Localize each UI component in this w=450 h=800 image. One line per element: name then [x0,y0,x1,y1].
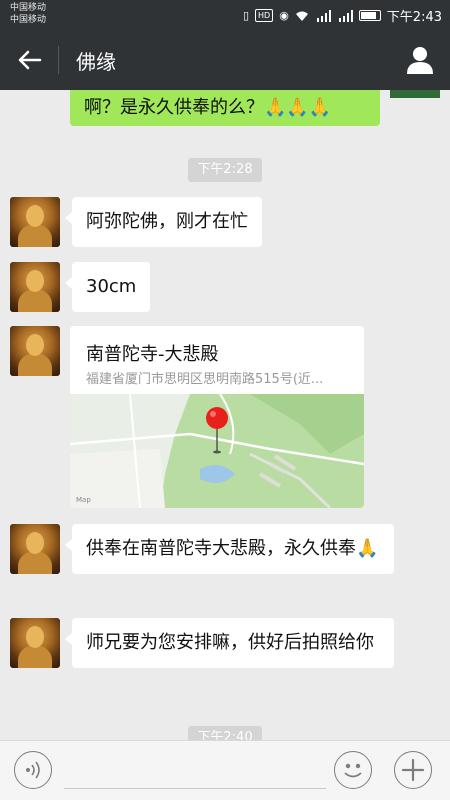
received-message[interactable]: 30cm [64,262,151,312]
voice-icon [26,761,40,779]
emoji-icon [344,763,362,778]
location-address: 福建省厦门市思明区思明南路515号(近... [86,372,324,387]
clock: 下午2:43 [386,10,442,25]
chat-info-button[interactable] [404,44,436,76]
carrier-1: 中国移动 [10,3,47,13]
map-thumbnail: Map [70,394,364,508]
received-message[interactable]: 师兄要为您安排嘛，供好后拍照给你 [65,618,394,668]
location-card[interactable]: 南普陀寺-大悲殿 福建省厦门市思明区思明南路515号(近... Map [70,326,364,508]
avatar[interactable] [10,197,60,247]
back-button[interactable] [10,42,50,78]
received-message[interactable]: 供奉在南普陀寺大悲殿，永久供奉🙏 [65,524,394,574]
sent-message-partial[interactable]: 啊？是永久供奉的么？🙏🙏🙏 [70,90,380,126]
wifi-icon [295,11,308,21]
title-divider [58,46,59,74]
chat-area[interactable]: 啊？是永久供奉的么？🙏🙏🙏 下午2:28 阿弥陀佛，刚才在忙 30cm 南普陀寺… [0,90,450,740]
avatar[interactable] [10,326,60,376]
time-separator: 下午2:40 [188,726,262,740]
battery-icon [358,10,381,21]
signal-4g-icon [316,9,331,22]
emoji-button[interactable] [334,751,372,789]
my-avatar[interactable] [390,90,440,98]
svg-text:Map: Map [76,496,91,504]
location-name: 南普陀寺-大悲殿 [86,344,219,365]
arrow-left-icon [18,50,42,70]
received-message[interactable]: 阿弥陀佛，刚才在忙 [65,197,262,247]
eye-icon: ◉ [279,9,289,22]
message-input[interactable] [64,755,326,789]
voice-button[interactable] [14,751,52,789]
plus-icon [401,758,425,782]
signal-2g-icon [338,9,353,22]
title-bar: 佛缘 [0,30,450,90]
input-bar [0,740,450,800]
person-icon [407,47,433,74]
more-button[interactable] [394,751,432,789]
avatar[interactable] [10,618,60,668]
carrier-2: 中国移动 [10,15,47,25]
status-bar: 中国移动 中国移动 ▯ HD ◉ 下午2:43 [0,0,450,30]
chat-title: 佛缘 [76,50,116,74]
hd-icon: HD [255,9,274,22]
avatar[interactable] [10,262,60,312]
status-icons: ▯ HD ◉ 下午2:43 [243,6,442,25]
vibrate-icon: ▯ [242,9,249,22]
avatar[interactable] [10,524,60,574]
carrier-info: 中国移动 中国移动 [10,2,46,26]
time-separator: 下午2:28 [188,158,262,182]
